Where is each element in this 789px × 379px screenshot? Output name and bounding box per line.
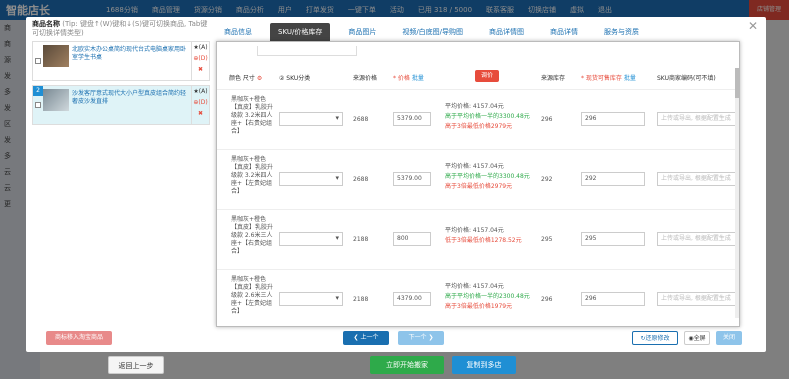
copy-multi-store-button[interactable]: 复制到多店 <box>452 356 516 374</box>
col-color-size: 颜色 尺寸 ⚙ <box>229 75 263 82</box>
copy-icon[interactable]: ⊕(D) <box>193 53 207 64</box>
price-input[interactable]: 5379.00 <box>393 112 431 126</box>
sku-code-input[interactable]: 上传或导出, 根据配置生成 <box>657 292 737 306</box>
product-thumbnail <box>43 89 69 111</box>
avg-price-info: 平均价格: 4157.04元 高于平均价格一半的2300.48元 高于3倍最低价… <box>445 283 530 310</box>
table-row: 黑咖灰+橙色【真皮】乳胶升级款 3.2米四人座+【左贵妃组合】 2688 537… <box>217 150 739 210</box>
batch-stock-link[interactable]: 批量 <box>624 75 636 82</box>
delete-icon[interactable]: ✖ <box>198 64 203 75</box>
next-product-button[interactable]: 下一个 ❯ <box>398 331 444 345</box>
restore-button[interactable]: ↻还原修改 <box>632 331 678 345</box>
batch-move-button[interactable]: 商标移入淘宝商品 <box>46 331 112 345</box>
tab-product-images[interactable]: 商品图片 <box>340 23 384 41</box>
tab-detail-images[interactable]: 商品详情图 <box>481 23 532 41</box>
tab-service[interactable]: 服务与资质 <box>596 23 647 41</box>
star-icon[interactable]: ★(A) <box>193 42 207 53</box>
avg-price-info: 平均价格: 4157.04元 高于平均价格一半的3300.48元 高于3倍最低价… <box>445 103 530 130</box>
product-thumbnail <box>43 45 69 67</box>
source-price: 2688 <box>353 116 369 123</box>
stock-input[interactable]: 296 <box>581 112 645 126</box>
prev-product-button[interactable]: ❮ 上一个 <box>343 331 389 345</box>
col-sku-code: SKU商家编码(可不填) <box>657 75 716 82</box>
sku-category-select[interactable] <box>279 172 343 186</box>
sku-table-header: 颜色 尺寸 ⚙ ② SKU分类 来源价格 * 价格 批量 调价 来源库存 * 现… <box>217 68 739 90</box>
col-price: * 价格 批量 <box>393 75 424 82</box>
product-name-label: 商品名称 <box>32 20 60 28</box>
sku-code-input[interactable]: 上传或导出, 根据配置生成 <box>657 232 737 246</box>
delete-icon[interactable]: ✖ <box>198 108 203 119</box>
sku-table-panel: 颜色 尺寸 ⚙ ② SKU分类 来源价格 * 价格 批量 调价 来源库存 * 现… <box>216 41 740 327</box>
vertical-scrollbar[interactable] <box>735 68 739 318</box>
field-fragment <box>257 46 357 56</box>
tab-bar: 商品信息 SKU/价格库存 商品图片 视频/白底图/导购图 商品详情图 商品详情… <box>216 23 657 41</box>
sku-category-select[interactable] <box>279 232 343 246</box>
product-list-item[interactable]: 北欧实木办公桌简约现代台式电脑桌家用卧室学生书桌 ★(A) ⊕(D) ✖ <box>32 41 210 81</box>
adjust-price-button[interactable]: 调价 <box>475 70 499 82</box>
source-price: 2188 <box>353 296 369 303</box>
product-checkbox[interactable] <box>33 102 43 108</box>
close-icon[interactable]: ✕ <box>748 19 758 33</box>
product-checkbox[interactable] <box>33 42 43 80</box>
gear-icon[interactable]: ⚙ <box>257 75 262 82</box>
source-price: 2688 <box>353 176 369 183</box>
fullscreen-button[interactable]: ◉全屏 <box>684 331 710 345</box>
table-row: 黑咖灰+橙色【真皮】乳胶升级款 2.6米三人座+【左贵妃组合】 2188 437… <box>217 270 739 326</box>
source-price: 2188 <box>353 236 369 243</box>
col-source-price: 来源价格 <box>353 75 378 82</box>
sku-color: 黑咖灰+橙色【真皮】乳胶升级款 2.6米三人座+【左贵妃组合】 <box>231 276 274 315</box>
product-list-title: 商品名称 (Tip: 键盘↑(W)键和↓(S)键可切换商品, Tab键可切换详情… <box>32 17 210 38</box>
sku-color: 黑咖灰+橙色【真皮】乳胶升级款 2.6米三人座+【右贵妃组合】 <box>231 216 274 255</box>
avg-price-info: 平均价格: 4157.04元 低于3倍最低价格1278.52元 <box>445 227 522 244</box>
price-input[interactable]: 5379.00 <box>393 172 431 186</box>
price-input[interactable]: 4379.00 <box>393 292 431 306</box>
source-stock: 292 <box>541 176 553 183</box>
star-icon[interactable]: ★(A) <box>193 86 207 97</box>
product-actions: ★(A) ⊕(D) ✖ <box>191 86 209 124</box>
item-number-badge: 2 <box>33 86 43 96</box>
stock-input[interactable]: 295 <box>581 232 645 246</box>
sku-code-input[interactable]: 上传或导出, 根据配置生成 <box>657 112 737 126</box>
source-stock: 296 <box>541 116 553 123</box>
prev-step-button[interactable]: 返回上一步 <box>108 356 164 374</box>
source-stock: 296 <box>541 296 553 303</box>
table-row: 黑咖灰+橙色【真皮】乳胶升级款 3.2米四人座+【右贵妃组合】 2688 537… <box>217 90 739 150</box>
price-input[interactable]: 800 <box>393 232 431 246</box>
sku-code-input[interactable]: 上传或导出, 根据配置生成 <box>657 172 737 186</box>
batch-price-link[interactable]: 批量 <box>412 75 424 82</box>
sku-category-select[interactable] <box>279 292 343 306</box>
stock-input[interactable]: 292 <box>581 172 645 186</box>
start-move-button[interactable]: 立即开始搬家 <box>370 356 444 374</box>
edit-product-modal: ✕ 商品名称 (Tip: 键盘↑(W)键和↓(S)键可切换商品, Tab键可切换… <box>26 17 766 352</box>
product-actions: ★(A) ⊕(D) ✖ <box>191 42 209 80</box>
sku-color: 黑咖灰+橙色【真皮】乳胶升级款 3.2米四人座+【左贵妃组合】 <box>231 156 274 195</box>
table-row: 黑咖灰+橙色【真皮】乳胶升级款 2.6米三人座+【右贵妃组合】 2188 800… <box>217 210 739 270</box>
col-current-stock: * 现货可售库存 批量 <box>581 75 636 82</box>
tab-video-images[interactable]: 视频/白底图/导购图 <box>394 23 471 41</box>
product-title[interactable]: 北欧实木办公桌简约现代台式电脑桌家用卧室学生书桌 <box>69 42 191 80</box>
tab-product-info[interactable]: 商品信息 <box>216 23 260 41</box>
product-title[interactable]: 沙发客厅意式现代大小户型真皮组合简约轻奢皮沙发直排 <box>69 86 191 124</box>
product-list-item-selected[interactable]: 2 沙发客厅意式现代大小户型真皮组合简约轻奢皮沙发直排 ★(A) ⊕(D) ✖ <box>32 85 210 125</box>
copy-icon[interactable]: ⊕(D) <box>193 97 207 108</box>
sku-category-select[interactable] <box>279 112 343 126</box>
avg-price-info: 平均价格: 4157.04元 高于平均价格一半的3300.48元 高于3倍最低价… <box>445 163 530 190</box>
tab-sku-price-stock[interactable]: SKU/价格库存 <box>270 23 331 41</box>
tab-product-detail[interactable]: 商品详情 <box>542 23 586 41</box>
product-list-panel: 商品名称 (Tip: 键盘↑(W)键和↓(S)键可切换商品, Tab键可切换详情… <box>32 17 210 327</box>
sku-color: 黑咖灰+橙色【真皮】乳胶升级款 3.2米四人座+【右贵妃组合】 <box>231 96 274 135</box>
close-button[interactable]: 关闭 <box>716 331 742 345</box>
col-source-stock: 来源库存 <box>541 75 566 82</box>
source-stock: 295 <box>541 236 553 243</box>
stock-input[interactable]: 296 <box>581 292 645 306</box>
col-sku-category: ② SKU分类 <box>279 75 311 82</box>
